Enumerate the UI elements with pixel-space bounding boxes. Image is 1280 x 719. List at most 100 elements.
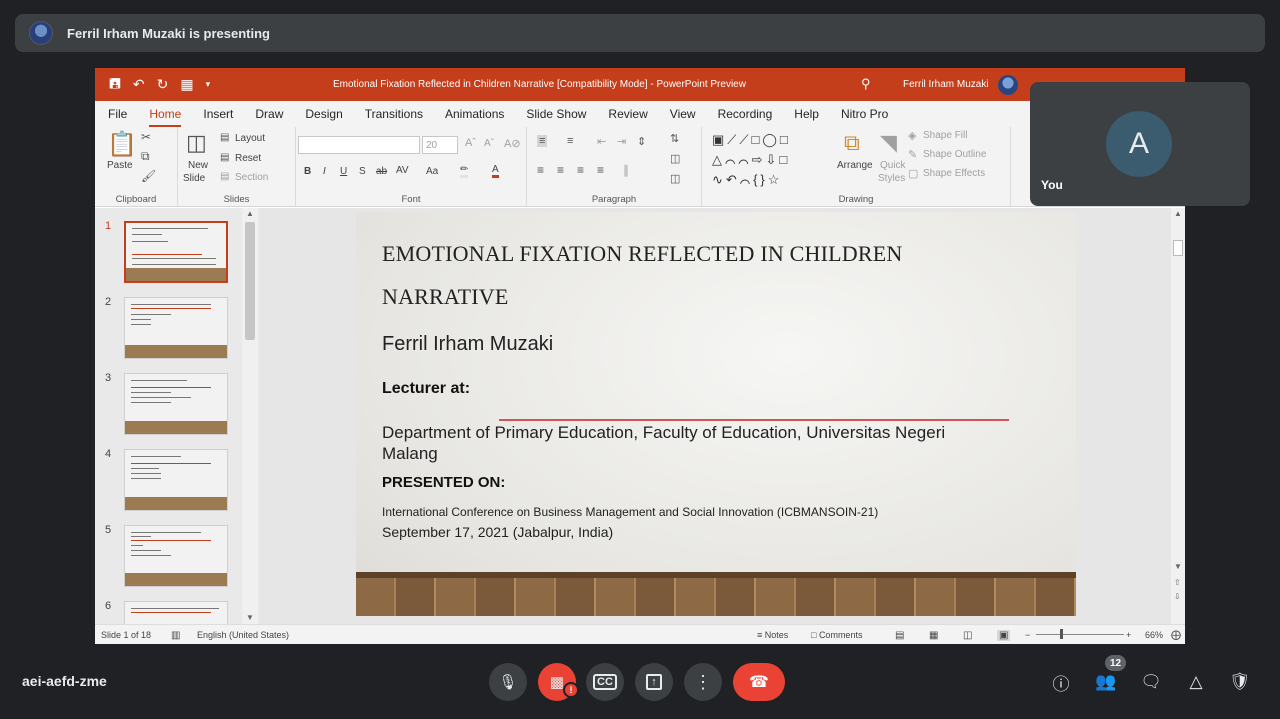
microphone-button[interactable]: 🎙 <box>489 663 527 701</box>
present-icon[interactable]: ▦ <box>180 76 193 93</box>
clear-format-icon[interactable]: A⊘ <box>504 137 521 150</box>
increase-indent-icon[interactable]: ⇥ <box>617 135 626 148</box>
slide-conference[interactable]: International Conference on Business Man… <box>382 505 878 519</box>
present-button[interactable]: ↑ <box>635 663 673 701</box>
tab-design[interactable]: Design <box>305 107 354 121</box>
strikethrough-icon[interactable]: ab <box>376 166 387 177</box>
tab-transitions[interactable]: Transitions <box>365 107 435 121</box>
thumb-image[interactable] <box>124 373 228 435</box>
shape-outline-icon[interactable]: ✎ <box>908 148 917 161</box>
decrease-indent-icon[interactable]: ⇤ <box>597 135 606 148</box>
reset-icon[interactable]: ▤ <box>220 152 229 163</box>
customize-chevron-icon[interactable]: ▾ <box>206 79 211 90</box>
align-left-icon[interactable]: ≡ <box>537 163 544 177</box>
shape-fill-label[interactable]: Shape Fill <box>923 130 967 141</box>
justify-icon[interactable]: ≡ <box>597 163 604 177</box>
account-name[interactable]: Ferril Irham Muzaki <box>903 79 989 90</box>
zoom-slider[interactable] <box>1036 634 1124 635</box>
quick-styles-label-2[interactable]: Styles <box>878 173 905 184</box>
scroll-down-icon[interactable]: ▼ <box>246 613 254 622</box>
thumb-image[interactable] <box>124 221 228 283</box>
scroll-up-icon[interactable]: ▲ <box>1174 209 1182 218</box>
shape-effects-label[interactable]: Shape Effects <box>923 168 985 179</box>
thumbnail-slide-1[interactable]: 1 <box>95 218 245 288</box>
bullets-icon[interactable]: ≡ <box>537 135 548 147</box>
layout-icon[interactable]: ▤ <box>220 132 229 143</box>
tab-file[interactable]: File <box>108 107 139 121</box>
font-size-input[interactable]: 20 <box>422 136 458 154</box>
account-avatar[interactable] <box>998 75 1018 95</box>
change-case-icon[interactable]: Aa <box>426 166 438 177</box>
people-button[interactable]: 👥 <box>1094 670 1118 694</box>
new-slide-icon[interactable]: ◫ <box>186 130 207 156</box>
slide-scroll-thumb[interactable] <box>1173 240 1183 256</box>
self-video-tile[interactable]: A You <box>1030 82 1250 206</box>
tab-draw[interactable]: Draw <box>255 107 295 121</box>
underline-icon[interactable]: U <box>340 166 347 177</box>
line-spacing-icon[interactable]: ⇕ <box>637 135 646 148</box>
save-icon[interactable]: 🖪 <box>109 73 121 97</box>
shrink-font-icon[interactable]: Aˇ <box>484 138 494 149</box>
chat-button[interactable]: 🗨 <box>1139 670 1163 694</box>
tab-slide-show[interactable]: Slide Show <box>526 107 598 121</box>
thumbnail-slide-5[interactable]: 5 <box>95 522 245 592</box>
thumbnail-scroll-thumb[interactable] <box>245 222 255 340</box>
comments-button[interactable]: □ Comments <box>811 630 862 640</box>
columns-icon[interactable]: ∥ <box>623 163 629 177</box>
normal-view-icon[interactable]: ▤ <box>895 630 904 641</box>
thumb-image[interactable] <box>124 601 228 624</box>
previous-slide-icon[interactable]: ⇧ <box>1174 578 1181 587</box>
slideshow-view-icon[interactable]: ▣ <box>997 630 1011 641</box>
undo-icon[interactable]: ↶ <box>133 76 145 93</box>
tab-nitro-pro[interactable]: Nitro Pro <box>841 107 900 121</box>
zoom-slider-handle[interactable] <box>1060 629 1063 639</box>
reset-label[interactable]: Reset <box>235 153 261 164</box>
slide-author[interactable]: Ferril Irham Muzaki <box>382 333 553 356</box>
shape-fill-icon[interactable]: ◈ <box>908 129 916 142</box>
leave-call-button[interactable]: ☎ <box>733 663 785 701</box>
bold-icon[interactable]: B <box>304 166 311 177</box>
zoom-out-icon[interactable]: − <box>1025 630 1030 640</box>
host-controls-button[interactable]: 🛡 <box>1228 670 1252 694</box>
align-right-icon[interactable]: ≡ <box>577 163 584 177</box>
paste-label[interactable]: Paste <box>107 160 133 171</box>
align-text-icon[interactable]: ◫ <box>670 152 680 165</box>
text-direction-icon[interactable]: ⇅ <box>670 132 679 145</box>
slide-lecturer-label[interactable]: Lecturer at: <box>382 380 470 398</box>
align-center-icon[interactable]: ≡ <box>557 163 564 177</box>
numbering-icon[interactable]: ≡ <box>567 135 573 147</box>
tab-insert[interactable]: Insert <box>203 107 245 121</box>
section-label[interactable]: Section <box>235 172 268 183</box>
shadow-icon[interactable]: S <box>359 166 366 177</box>
scroll-down-icon[interactable]: ▼ <box>1174 562 1182 571</box>
thumbnail-slide-2[interactable]: 2 <box>95 294 245 364</box>
thumbnail-slide-3[interactable]: 3 <box>95 370 245 440</box>
quick-styles-icon[interactable]: ◥ <box>880 130 897 156</box>
search-icon[interactable]: ⚲ <box>861 76 871 92</box>
tab-home[interactable]: Home <box>149 107 193 127</box>
arrange-icon[interactable]: ⧉ <box>844 130 860 156</box>
grow-font-icon[interactable]: Aˆ <box>465 137 476 149</box>
arrange-label[interactable]: Arrange <box>837 160 873 171</box>
slide-thumbnail-pane[interactable]: 1 2 3 4 5 6 ▲ ▼ <box>95 208 259 624</box>
captions-button[interactable]: CC <box>586 663 624 701</box>
tab-recording[interactable]: Recording <box>718 107 785 121</box>
meeting-info-button[interactable]: ⓘ <box>1049 670 1073 694</box>
language[interactable]: English (United States) <box>197 630 289 640</box>
cut-icon[interactable]: ✂ <box>141 130 151 144</box>
activities-button[interactable]: △ <box>1184 670 1208 694</box>
section-icon[interactable]: ▤ <box>220 171 229 182</box>
tab-review[interactable]: Review <box>608 107 659 121</box>
thumb-image[interactable] <box>124 297 228 359</box>
thumb-image[interactable] <box>124 449 228 511</box>
shape-outline-label[interactable]: Shape Outline <box>923 149 986 160</box>
thumbnail-scrollbar[interactable]: ▲ ▼ <box>242 208 258 624</box>
copy-icon[interactable]: ⧉ <box>141 149 150 164</box>
shape-effects-icon[interactable]: ▢ <box>908 167 918 180</box>
thumbnail-slide-4[interactable]: 4 <box>95 446 245 516</box>
more-options-button[interactable]: ⋮ <box>684 663 722 701</box>
slide-sorter-icon[interactable]: ▦ <box>929 630 938 641</box>
tab-animations[interactable]: Animations <box>445 107 516 121</box>
notes-button[interactable]: ≡ Notes <box>757 630 788 640</box>
char-spacing-icon[interactable]: AV <box>396 165 409 176</box>
